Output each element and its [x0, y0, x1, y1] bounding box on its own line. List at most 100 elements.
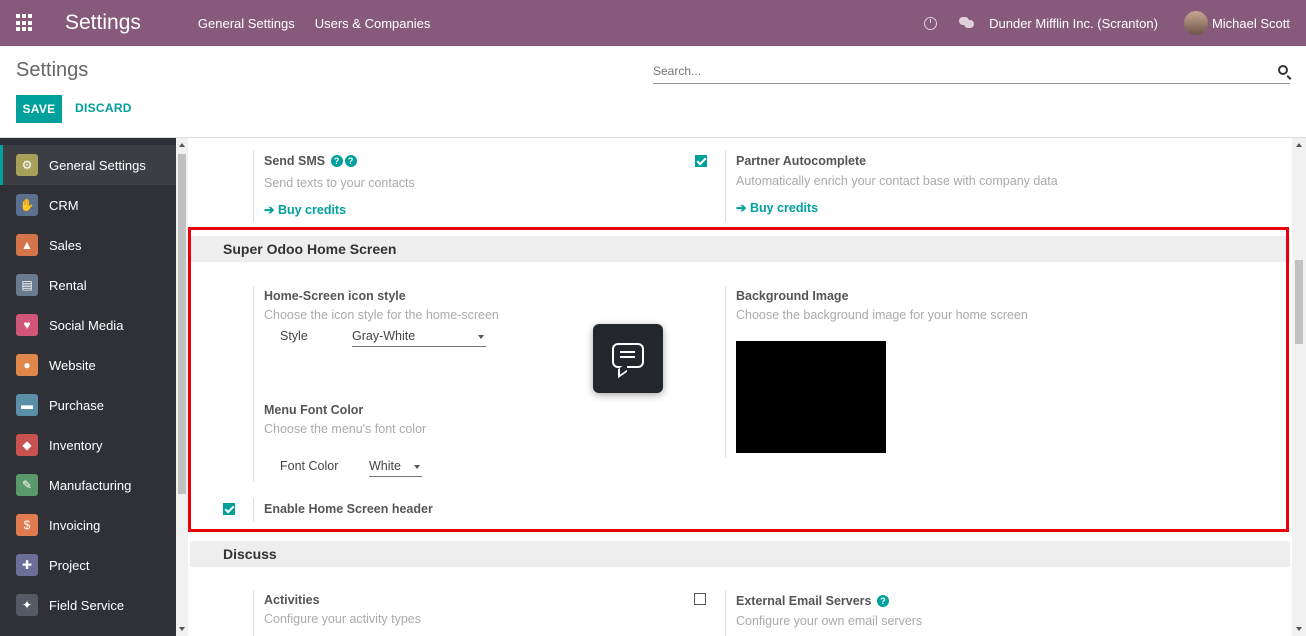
scroll-up-arrow-icon[interactable] — [1296, 143, 1302, 147]
sidebar-item-project[interactable]: ✚ Project — [0, 545, 176, 585]
breadcrumb: Settings — [16, 59, 89, 81]
field-service-icon: ✦ — [16, 594, 38, 616]
chevron-down-icon — [414, 465, 420, 469]
partner-autocomplete-buy-credits-link[interactable]: ➔ Buy credits — [736, 200, 818, 215]
sidebar-item-website[interactable]: ● Website — [0, 345, 176, 385]
background-image-desc: Choose the background image for your hom… — [736, 308, 1028, 322]
divider — [253, 150, 254, 222]
sidebar-item-label: CRM — [49, 197, 79, 213]
sidebar-item-label: General Settings — [49, 157, 146, 173]
scroll-down-arrow-icon[interactable] — [179, 627, 185, 631]
settings-sidebar: ⚙ General Settings ✋ CRM ▲ Sales ▤ Renta… — [0, 138, 176, 636]
search-icon[interactable] — [1278, 65, 1288, 75]
font-color-select[interactable]: White — [369, 459, 422, 477]
partner-autocomplete-checkbox[interactable] — [695, 155, 707, 167]
sidebar-item-crm[interactable]: ✋ CRM — [0, 185, 176, 225]
wrench-icon: ✎ — [16, 474, 38, 496]
sidebar-item-social-media[interactable]: ♥ Social Media — [0, 305, 176, 345]
sidebar-item-label: Sales — [49, 237, 82, 253]
help-icon[interactable]: ? — [876, 595, 889, 607]
arrow-right-icon: ➔ — [736, 201, 747, 215]
sidebar-item-manufacturing[interactable]: ✎ Manufacturing — [0, 465, 176, 505]
partner-autocomplete-desc: Automatically enrich your contact base w… — [736, 174, 1058, 188]
enable-header-title: Enable Home Screen header — [264, 502, 433, 516]
content-scrollbar[interactable] — [1292, 138, 1306, 636]
sidebar-item-rental[interactable]: ▤ Rental — [0, 265, 176, 305]
sidebar-item-invoicing[interactable]: $ Invoicing — [0, 505, 176, 545]
icon-style-desc: Choose the icon style for the home-scree… — [264, 308, 499, 322]
thumbs-up-icon: ♥ — [16, 314, 38, 336]
sidebar-item-label: Purchase — [49, 397, 104, 413]
divider — [725, 286, 726, 458]
chat-bubble-button[interactable] — [593, 324, 663, 393]
send-sms-title: Send SMS ?? — [264, 154, 357, 168]
sidebar-item-purchase[interactable]: ▬ Purchase — [0, 385, 176, 425]
sidebar-item-label: Invoicing — [49, 517, 101, 533]
sidebar-scrollbar[interactable] — [176, 138, 188, 636]
sidebar-item-label: Rental — [49, 277, 87, 293]
top-navbar: Settings General Settings Users & Compan… — [0, 0, 1306, 46]
scroll-down-arrow-icon[interactable] — [1296, 627, 1302, 631]
chart-icon: ▲ — [16, 234, 38, 256]
search-bar — [653, 62, 1290, 84]
sidebar-item-label: Project — [49, 557, 90, 573]
menu-font-color-title: Menu Font Color — [264, 403, 364, 417]
company-switcher[interactable]: Dunder Mifflin Inc. (Scranton) — [989, 16, 1158, 31]
user-menu[interactable]: Michael Scott — [1212, 16, 1290, 31]
sidebar-item-label: Field Service — [49, 597, 125, 613]
menu-font-color-desc: Choose the menu's font color — [264, 422, 427, 436]
sidebar-item-label: Social Media — [49, 317, 124, 333]
send-sms-desc: Send texts to your contacts — [264, 176, 415, 190]
app-title: Settings — [65, 11, 141, 34]
arrow-right-icon: ➔ — [264, 203, 275, 217]
inventory-icon: ◆ — [16, 434, 38, 456]
globe-icon: ● — [16, 354, 38, 376]
apps-menu-icon[interactable] — [16, 14, 34, 32]
user-avatar[interactable] — [1183, 11, 1208, 35]
style-label: Style — [280, 329, 308, 343]
handshake-icon: ✋ — [16, 194, 38, 216]
background-image-preview[interactable] — [736, 341, 886, 453]
message-icon — [612, 343, 644, 368]
discard-button[interactable]: DISCARD — [75, 101, 132, 115]
divider — [253, 498, 254, 522]
background-image-title: Background Image — [736, 289, 849, 303]
help-icon[interactable]: ? — [344, 155, 357, 167]
external-email-title: External Email Servers ? — [736, 594, 889, 608]
activity-clock-icon[interactable] — [924, 16, 938, 30]
sidebar-item-sales[interactable]: ▲ Sales — [0, 225, 176, 265]
scroll-up-arrow-icon[interactable] — [179, 143, 185, 147]
chevron-down-icon — [478, 335, 484, 339]
sidebar-scroll-thumb[interactable] — [178, 154, 186, 494]
home-screen-section-header: Super Odoo Home Screen — [190, 236, 1290, 262]
icon-style-title: Home-Screen icon style — [264, 289, 406, 303]
discuss-section-header: Discuss — [190, 541, 1290, 567]
help-icon[interactable]: ? — [330, 155, 343, 167]
external-email-checkbox[interactable] — [694, 593, 706, 605]
style-select[interactable]: Gray-White — [352, 329, 486, 347]
gear-icon: ⚙ — [16, 154, 38, 176]
rental-icon: ▤ — [16, 274, 38, 296]
save-button[interactable]: SAVE — [16, 95, 62, 123]
content-scroll-thumb[interactable] — [1295, 260, 1303, 344]
sidebar-item-general-settings[interactable]: ⚙ General Settings — [0, 145, 176, 185]
puzzle-icon: ✚ — [16, 554, 38, 576]
sidebar-item-inventory[interactable]: ◆ Inventory — [0, 425, 176, 465]
activities-title: Activities — [264, 593, 320, 607]
messaging-icon[interactable] — [959, 17, 975, 29]
navbar-systray: Dunder Mifflin Inc. (Scranton) Michael S… — [924, 0, 1290, 46]
control-panel: Settings SAVE DISCARD — [0, 46, 1306, 138]
menu-general-settings[interactable]: General Settings — [198, 16, 295, 31]
purchase-icon: ▬ — [16, 394, 38, 416]
sidebar-item-field-service[interactable]: ✦ Field Service — [0, 585, 176, 625]
sidebar-item-label: Inventory — [49, 437, 103, 453]
sidebar-item-label: Website — [49, 357, 96, 373]
invoice-icon: $ — [16, 514, 38, 536]
send-sms-buy-credits-link[interactable]: ➔ Buy credits — [264, 202, 346, 217]
menu-users-companies[interactable]: Users & Companies — [315, 16, 431, 31]
sidebar-item-label: Manufacturing — [49, 477, 132, 493]
external-email-desc: Configure your own email servers — [736, 614, 923, 628]
search-input[interactable] — [653, 62, 1253, 78]
top-menu: General Settings Users & Companies — [198, 16, 450, 31]
enable-header-checkbox[interactable] — [223, 503, 235, 515]
